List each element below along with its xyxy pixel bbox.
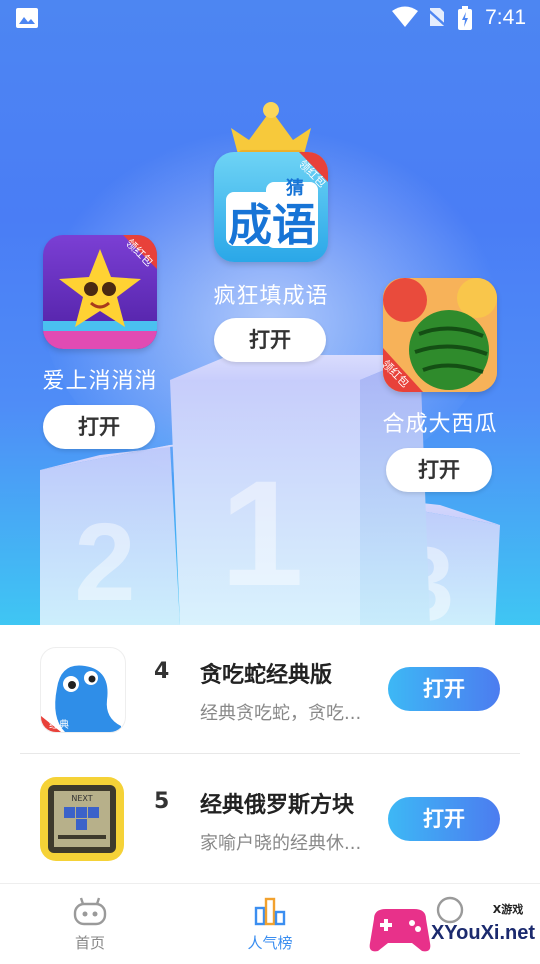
list-rank: 5 xyxy=(154,789,170,814)
divider xyxy=(20,753,520,754)
podium-rank-2: 2 xyxy=(74,501,135,624)
game-name-third: 合成大西瓜 xyxy=(382,412,498,437)
ranking-list: 经典 4 贪吃蛇经典版 经典贪吃蛇，贪吃... 打开 NEXT 5 经典俄罗斯方… xyxy=(0,625,540,883)
list-rank: 4 xyxy=(154,659,170,684)
chengyu-icon-mini: 猜 xyxy=(285,178,304,199)
open-button-snake[interactable]: 打开 xyxy=(388,667,500,711)
game-icon-chengyu[interactable]: 成语 猜 领红包 xyxy=(214,152,328,262)
game-icon-tetris[interactable]: NEXT xyxy=(40,777,124,861)
nav-label-popular: 人气榜 xyxy=(247,934,293,952)
list-title: 经典俄罗斯方块 xyxy=(200,793,355,818)
nav-tab-popular[interactable]: 人气榜 xyxy=(210,884,330,961)
watermark-logo: X游戏 XYouXi.net xyxy=(369,902,535,952)
chengyu-artwork: 成语 猜 领红包 xyxy=(226,152,328,251)
open-button-tetris[interactable]: 打开 xyxy=(388,797,500,841)
list-desc: 经典贪吃蛇，贪吃... xyxy=(200,703,362,724)
list-title: 贪吃蛇经典版 xyxy=(200,663,333,688)
game-icon-xiaoxiao[interactable]: 领红包 xyxy=(43,235,157,349)
xiaoxiao-artwork: 领红包 xyxy=(43,235,157,349)
ranking-chart-icon xyxy=(254,897,286,926)
game-icon-snake[interactable]: 经典 xyxy=(40,647,126,733)
tetris-artwork: NEXT xyxy=(48,785,116,853)
snake-classic-badge: 经典 xyxy=(49,718,69,731)
watermelon-artwork: 领红包 xyxy=(383,278,497,392)
list-item[interactable]: 经典 4 贪吃蛇经典版 经典贪吃蛇，贪吃... 打开 xyxy=(0,625,540,754)
watermark-small-text: X游戏 xyxy=(493,902,523,916)
list-desc: 家喻户晓的经典休... xyxy=(200,833,362,854)
game-name-first: 疯狂填成语 xyxy=(213,284,329,309)
game-name-second: 爱上消消消 xyxy=(42,369,158,394)
tetris-next-label: NEXT xyxy=(71,794,92,803)
list-item[interactable]: NEXT 5 经典俄罗斯方块 家喻户晓的经典休... 打开 xyxy=(0,755,540,883)
snake-artwork: 经典 xyxy=(41,665,122,732)
open-button-second[interactable]: 打开 xyxy=(43,405,155,449)
nav-label-home: 首页 xyxy=(74,934,105,952)
open-button-first[interactable]: 打开 xyxy=(214,318,326,362)
chengyu-icon-text: 成语 xyxy=(228,200,316,251)
gamepad-robot-icon xyxy=(73,897,107,926)
watermark-big-text: XYouXi.net xyxy=(431,922,535,944)
podium-rank-1: 1 xyxy=(220,449,303,617)
ranking-hero: 7:41 2 3 xyxy=(0,0,540,625)
nav-tab-home[interactable]: 首页 xyxy=(30,884,150,961)
open-button-third[interactable]: 打开 xyxy=(386,448,492,492)
game-icon-xigua[interactable]: 领红包 xyxy=(383,278,497,392)
site-watermark: X游戏 XYouXi.net xyxy=(366,893,540,960)
